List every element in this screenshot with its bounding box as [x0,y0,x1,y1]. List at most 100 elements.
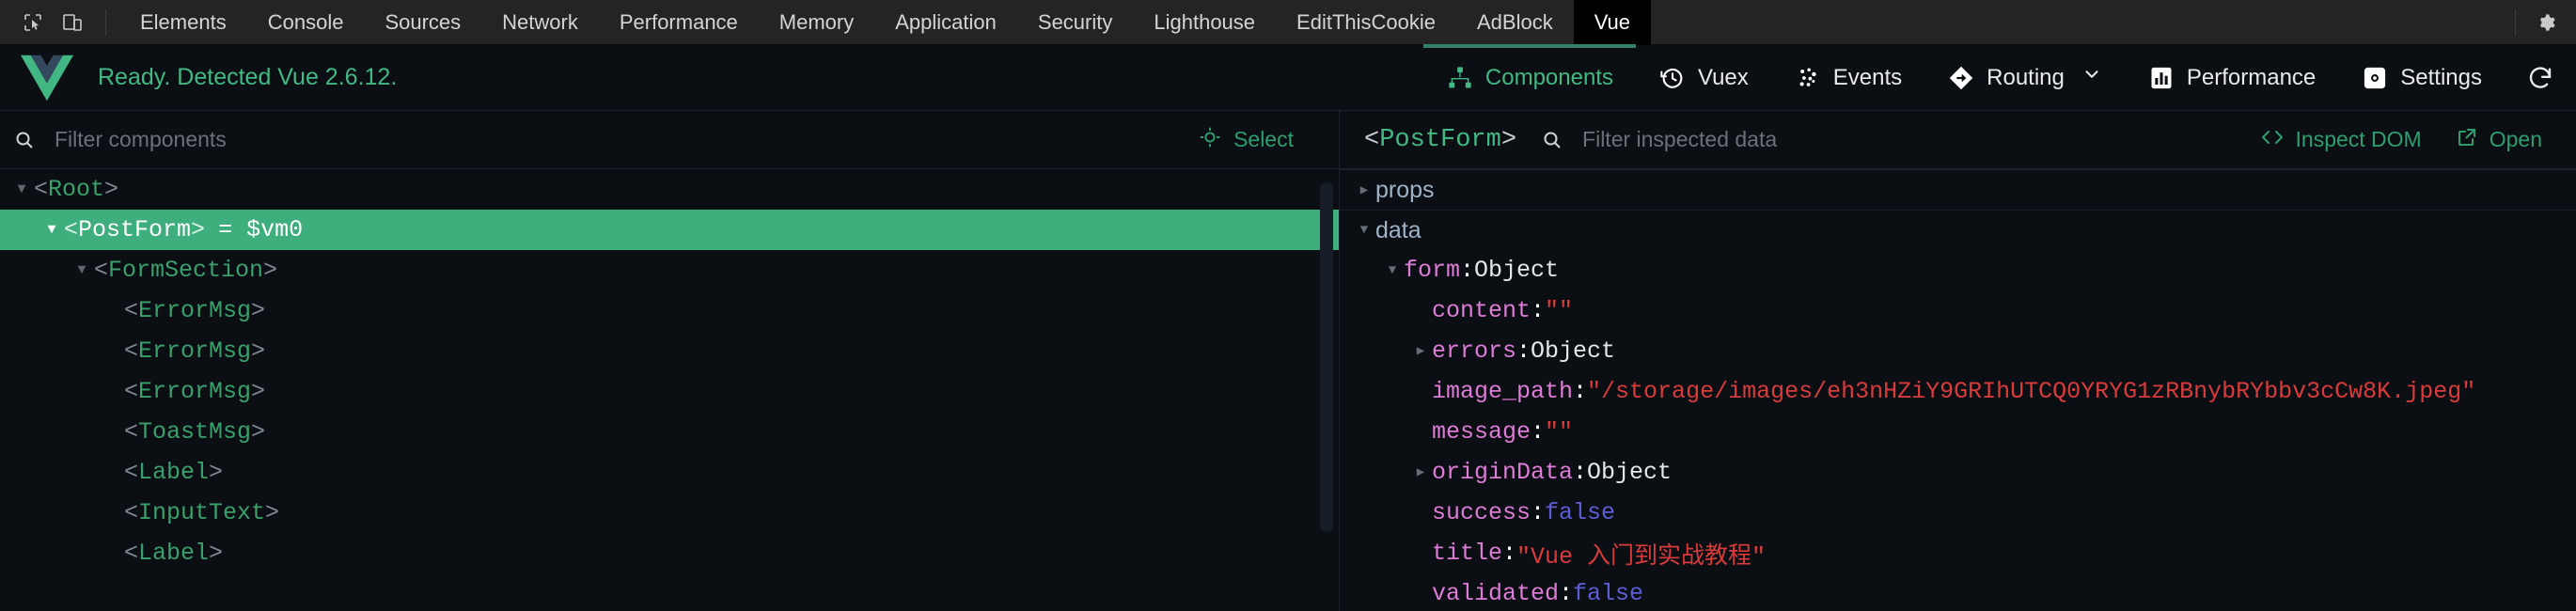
open-in-editor-button[interactable]: Open [2456,126,2542,154]
chevron-down-icon[interactable] [2081,64,2102,91]
vue-tab-performance[interactable]: Performance [2125,45,2338,111]
data-property-value[interactable]: false [1545,499,1615,526]
component-tree-list: ▼ <Root> ▼ <PostForm> = $vm0 ▼ <FormSection> <E… [0,169,1339,573]
chevron-right-icon[interactable]: ▶ [1409,464,1432,480]
data-property-row[interactable]: ▶message: "" [1340,412,2576,452]
data-property-row[interactable]: ▼ form: Object [1340,250,2576,290]
inspect-dom-label: Inspect DOM [2295,127,2422,151]
routing-arrow-icon [1947,64,1975,92]
vue-tab-label: Vuex [1697,64,1749,90]
component-name: FormSection [108,257,264,284]
data-property-value[interactable]: "Vue 入门到实战教程" [1516,537,1766,571]
devtools-tab-memory[interactable]: Memory [759,0,874,45]
component-tag: <ErrorMsg> [124,297,265,324]
performance-bars-icon [2147,64,2175,92]
key-value-separator: : [1531,297,1546,324]
vue-panel-tabs: Components Vuex Events Routing Performance Se… [1422,43,2505,111]
component-tree-row[interactable]: <Label> [0,533,1339,573]
key-value-separator: : [1516,337,1531,365]
tag-close-bracket: > [263,257,278,284]
data-group-row[interactable]: ▶ props [1340,169,2576,210]
data-property-row[interactable]: ▶success: false [1340,493,2576,533]
data-property-value[interactable]: Object [1531,337,1615,365]
data-property-value[interactable]: "" [1545,418,1573,446]
component-tree-row[interactable]: ▼ <Root> [0,169,1339,210]
tag-open-bracket: < [34,176,49,203]
vue-tab-events[interactable]: Events [1771,45,1924,111]
chevron-down-icon[interactable]: ▼ [70,262,94,278]
data-property-row[interactable]: ▶image_path: "/storage/images/eh3nHZiY9G… [1340,371,2576,412]
devtools-tab-bar: Elements Console Sources Network Performance… [0,0,2576,45]
inspect-dom-button[interactable]: Inspect DOM [2260,127,2422,153]
inspected-data-bar: <PostForm> Inspect DOM [1340,111,2576,168]
devtools-tab-application[interactable]: Application [874,0,1017,45]
component-tree-row-selected[interactable]: ▼ <PostForm> = $vm0 [0,210,1339,250]
inspected-component-name: PostForm [1379,125,1501,154]
chevron-down-icon[interactable]: ▼ [1353,223,1375,238]
data-group-row[interactable]: ▼ data [1340,210,2576,250]
gear-icon[interactable] [2525,0,2565,45]
tag-close-bracket: > [251,378,266,405]
tag-close-bracket: > [104,176,119,203]
data-property-row[interactable]: ▶ errors: Object [1340,331,2576,371]
devtools-tab-editthiscookie[interactable]: EditThisCookie [1276,0,1456,45]
data-property-row[interactable]: ▶ originData: Object [1340,452,2576,493]
vue-status-text: Ready. Detected Vue 2.6.12. [98,64,398,90]
component-tree-row[interactable]: ▼ <FormSection> [0,250,1339,290]
data-property-value[interactable]: "" [1545,297,1573,324]
vue-tab-routing[interactable]: Routing [1924,45,2125,111]
refresh-icon[interactable] [2505,45,2576,111]
filter-components-input[interactable] [55,127,581,152]
devtools-tab-adblock[interactable]: AdBlock [1456,0,1574,45]
component-tag: <ErrorMsg> [124,337,265,365]
data-property-value[interactable]: Object [1587,459,1672,486]
tag-open-bracket: < [124,499,139,526]
devtools-tab-security[interactable]: Security [1017,0,1133,45]
component-name: PostForm [78,216,192,243]
vue-tab-components[interactable]: Components [1422,43,1637,111]
component-tree-row[interactable]: <ErrorMsg> [0,331,1339,371]
filter-inspected-data-input[interactable] [1582,127,2110,152]
chevron-right-icon[interactable]: ▶ [1409,343,1432,359]
tag-open-bracket: < [64,216,79,243]
devtools-tab-network[interactable]: Network [481,0,599,45]
data-property-value[interactable]: Object [1474,257,1559,284]
component-tree-row[interactable]: <ErrorMsg> [0,371,1339,412]
chevron-right-icon[interactable]: ▶ [1353,182,1375,198]
data-property-row[interactable]: ▶validated: false [1340,573,2576,611]
data-property-key: originData [1432,459,1574,486]
select-component-button[interactable]: Select [1198,111,1322,169]
search-icon-data [1541,129,1563,151]
data-property-key: content [1432,297,1531,324]
devtools-tab-lighthouse[interactable]: Lighthouse [1133,0,1276,45]
component-tag: <PostForm> [64,216,205,243]
devtools-tab-elements[interactable]: Elements [119,0,247,45]
tag-close-bracket: > [1500,125,1517,154]
component-tree-row[interactable]: <Label> [0,452,1339,493]
component-name: InputText [138,499,266,526]
component-tree-row[interactable]: <ToastMsg> [0,412,1339,452]
vue-tab-settings[interactable]: Settings [2338,45,2505,111]
chevron-down-icon[interactable]: ▼ [9,181,34,197]
device-toolbar-icon[interactable] [53,0,92,45]
data-property-row[interactable]: ▶title: "Vue 入门到实战教程" [1340,533,2576,573]
settings-gear-icon [2361,64,2389,92]
tag-close-bracket: > [251,337,266,365]
devtools-tab-vue[interactable]: Vue [1573,0,1652,45]
devtools-tab-performance[interactable]: Performance [599,0,759,45]
component-tag: <Label> [124,459,223,486]
data-property-value[interactable]: "/storage/images/eh3nHZiY9GRIhUTCQ0YRYG1… [1587,378,2475,405]
inspect-element-icon[interactable] [13,0,53,45]
component-tree-row[interactable]: <ErrorMsg> [0,290,1339,331]
tree-scrollbar[interactable] [1320,182,1333,532]
devtools-tab-sources[interactable]: Sources [364,0,481,45]
component-tree-row[interactable]: <InputText> [0,493,1339,533]
data-property-row[interactable]: ▶content: "" [1340,290,2576,331]
data-property-value[interactable]: false [1573,580,1643,607]
vue-tab-vuex[interactable]: Vuex [1636,45,1771,111]
vuex-history-icon [1658,64,1687,92]
tag-open-bracket: < [1364,125,1380,154]
chevron-down-icon[interactable]: ▼ [39,222,64,238]
chevron-down-icon[interactable]: ▼ [1381,263,1404,278]
devtools-tab-console[interactable]: Console [247,0,365,45]
